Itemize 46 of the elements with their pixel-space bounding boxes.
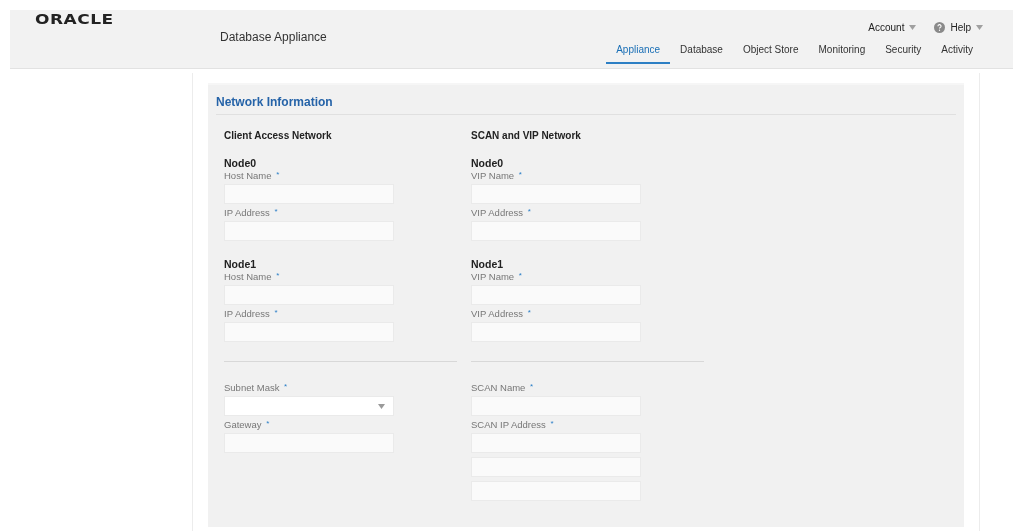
dropdown-field[interactable] xyxy=(224,396,394,416)
required-mark: * xyxy=(518,271,522,280)
required-mark: * xyxy=(527,207,531,216)
required-mark: * xyxy=(274,207,278,216)
nav-tab[interactable]: Monitoring xyxy=(808,38,876,64)
required-mark: * xyxy=(527,308,531,317)
field-label: IP Address xyxy=(224,207,270,218)
nav-tab[interactable]: Database xyxy=(670,38,733,64)
field-label: Subnet Mask xyxy=(224,382,280,393)
caret-icon xyxy=(976,25,983,30)
field-label: Host Name xyxy=(224,271,272,282)
required-mark: * xyxy=(276,170,280,179)
required-mark: * xyxy=(274,308,278,317)
column-heading: SCAN and VIP Network xyxy=(471,130,582,141)
nav-tab[interactable]: Activity xyxy=(931,38,983,64)
logo: ORACLE xyxy=(34,10,115,30)
required-mark: * xyxy=(284,382,288,391)
help-menu[interactable]: Help xyxy=(934,21,983,34)
required-mark: * xyxy=(530,382,534,391)
app-title: Database Appliance xyxy=(220,29,327,46)
section-title: Network Information xyxy=(216,85,956,115)
required-mark: * xyxy=(550,419,554,428)
caret-icon xyxy=(378,403,385,409)
field-label: SCAN Name xyxy=(471,382,526,393)
field-label: VIP Name xyxy=(471,170,515,181)
column-heading: Client Access Network xyxy=(224,130,333,141)
field-label: VIP Address xyxy=(471,207,524,218)
nav-tab[interactable]: Appliance xyxy=(606,38,671,64)
caret-icon xyxy=(909,25,917,30)
field-label: SCAN IP Address xyxy=(471,419,546,430)
nav-tab[interactable]: Security xyxy=(875,38,932,64)
account-menu[interactable]: Account xyxy=(868,21,917,34)
field-label: Gateway xyxy=(224,419,262,430)
node-heading: Node1 xyxy=(471,258,505,270)
field-label: VIP Address xyxy=(471,308,524,319)
nav-tab[interactable]: Object Store xyxy=(732,38,809,64)
node-heading: Node0 xyxy=(224,157,258,169)
required-mark: * xyxy=(518,170,522,179)
required-mark: * xyxy=(266,419,270,428)
node-heading: Node1 xyxy=(224,258,258,270)
field-label: IP Address xyxy=(224,308,270,319)
required-mark: * xyxy=(276,271,280,280)
node-heading: Node0 xyxy=(471,157,505,169)
field-label: VIP Name xyxy=(471,271,515,282)
help-icon xyxy=(934,22,946,33)
field-label: Host Name xyxy=(224,170,272,181)
